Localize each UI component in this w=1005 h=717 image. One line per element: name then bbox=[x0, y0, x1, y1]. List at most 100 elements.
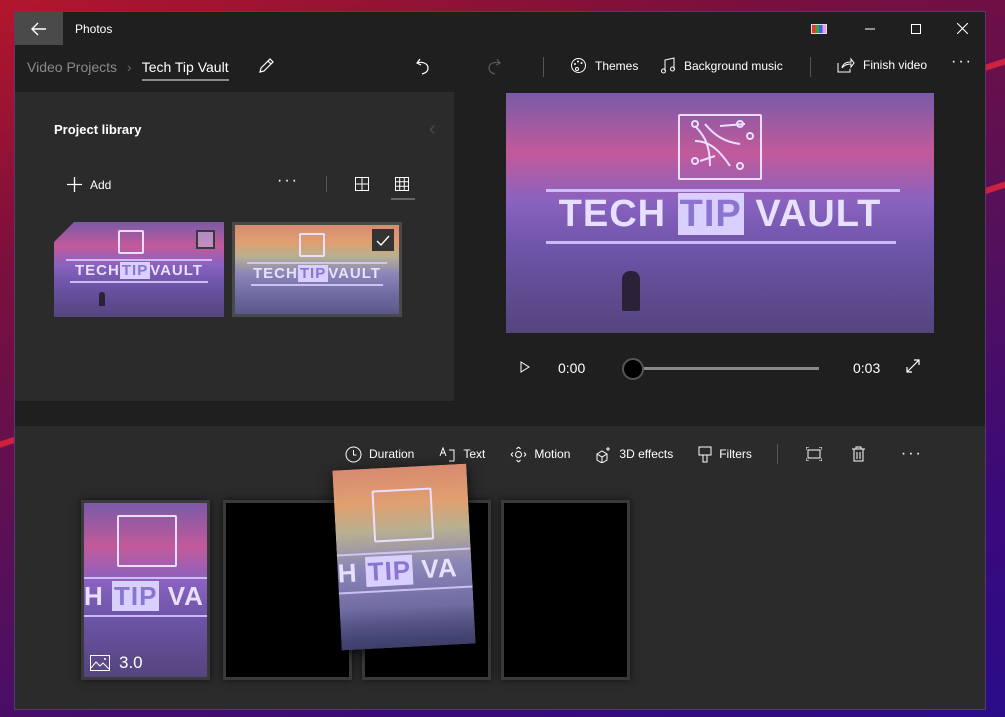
divider bbox=[810, 57, 811, 77]
storyboard-more-button[interactable]: ··· bbox=[901, 445, 923, 463]
project-library-panel: Project library ‹ Add ··· TECHTIPVAULT bbox=[15, 92, 454, 401]
redo-icon bbox=[488, 58, 501, 75]
expand-icon bbox=[906, 359, 920, 373]
storyboard-card[interactable]: H TIP VA 3.0 bbox=[81, 500, 210, 680]
arrow-left-icon bbox=[31, 22, 46, 35]
background-music-label: Background music bbox=[684, 58, 783, 73]
grid-small-icon bbox=[395, 177, 409, 191]
current-time: 0:00 bbox=[558, 360, 586, 376]
paintbrush-icon bbox=[698, 446, 712, 462]
play-button[interactable] bbox=[520, 361, 530, 373]
minimize-button[interactable] bbox=[847, 12, 893, 45]
large-grid-view-button[interactable] bbox=[355, 177, 369, 191]
maximize-button[interactable] bbox=[893, 12, 939, 45]
filters-button[interactable]: Filters bbox=[698, 446, 752, 463]
dog-silhouette bbox=[622, 271, 640, 311]
seek-thumb[interactable] bbox=[622, 358, 644, 380]
circuit-logo-icon bbox=[118, 230, 144, 254]
library-item-selected[interactable]: TECH TIP VAULT bbox=[232, 222, 402, 317]
chevron-right-icon: › bbox=[127, 59, 132, 75]
duration-badge: 3.0 bbox=[90, 653, 143, 673]
logo-line bbox=[66, 259, 212, 261]
photos-window: Photos Video Projects › Tech Tip Vault T… bbox=[14, 11, 986, 710]
back-button[interactable] bbox=[15, 12, 63, 45]
dragging-card-logo: H TIP VA bbox=[336, 552, 459, 589]
duration-label: Duration bbox=[369, 447, 415, 461]
duration-value: 3.0 bbox=[119, 653, 143, 672]
tree-silhouettes bbox=[339, 603, 476, 651]
project-title[interactable]: Tech Tip Vault bbox=[141, 59, 229, 81]
project-library-title: Project library bbox=[54, 122, 142, 137]
finish-video-button[interactable]: Finish video bbox=[837, 57, 927, 73]
storyboard-card-empty[interactable] bbox=[223, 500, 352, 680]
palette-icon bbox=[571, 58, 586, 73]
storyboard-panel: Duration Text Motion 3D effects Filters bbox=[15, 426, 985, 709]
background-music-button[interactable]: Background music bbox=[661, 57, 783, 74]
text-box-icon bbox=[439, 446, 455, 461]
selected-checkbox[interactable] bbox=[372, 229, 394, 251]
add-label: Add bbox=[90, 177, 112, 192]
library-item[interactable]: TECH TIP VAULT bbox=[54, 222, 224, 317]
storyboard-card-empty[interactable] bbox=[501, 500, 630, 680]
divider bbox=[776, 444, 778, 464]
storyboard-card-logo: H TIP VA bbox=[84, 581, 204, 611]
resize-frame-icon bbox=[805, 447, 822, 461]
maximize-icon bbox=[911, 23, 921, 34]
video-preview[interactable]: TECH TIP VAULT bbox=[506, 93, 934, 333]
library-more-button[interactable]: ··· bbox=[277, 172, 299, 190]
themes-button[interactable]: Themes bbox=[570, 57, 638, 74]
circuit-logo-icon bbox=[678, 114, 762, 180]
circuit-logo-icon bbox=[117, 515, 177, 567]
preview-logo-text: TECH TIP VAULT bbox=[558, 193, 882, 235]
select-checkbox[interactable] bbox=[196, 230, 215, 249]
breadcrumb-video-projects[interactable]: Video Projects bbox=[27, 59, 117, 75]
logo-line-top bbox=[546, 189, 900, 192]
themes-label: Themes bbox=[595, 58, 639, 73]
redo-button[interactable] bbox=[485, 57, 501, 75]
undo-icon bbox=[416, 58, 429, 75]
3d-cube-sparkle-icon bbox=[596, 446, 611, 463]
more-options-button[interactable]: ··· bbox=[951, 53, 973, 71]
dog-silhouette bbox=[99, 292, 105, 306]
text-button[interactable]: Text bbox=[439, 446, 485, 462]
motion-button[interactable]: Motion bbox=[510, 446, 570, 463]
resize-button[interactable] bbox=[805, 447, 822, 461]
library-item-logo: TECH TIP VAULT bbox=[253, 265, 381, 282]
logo-line bbox=[84, 577, 207, 579]
active-view-indicator bbox=[391, 198, 415, 200]
3d-effects-button[interactable]: 3D effects bbox=[595, 446, 673, 463]
logo-line bbox=[251, 284, 383, 286]
logo-line-bottom bbox=[546, 241, 896, 244]
tile-corner bbox=[54, 222, 74, 242]
collapse-library-button[interactable]: ‹ bbox=[429, 118, 436, 141]
divider bbox=[326, 176, 327, 192]
seek-bar[interactable] bbox=[631, 367, 819, 370]
grid-large-icon bbox=[355, 177, 369, 191]
duration-button[interactable]: Duration bbox=[345, 446, 414, 463]
library-item-logo: TECH TIP VAULT bbox=[75, 262, 203, 279]
close-button[interactable] bbox=[939, 12, 985, 45]
dragging-card[interactable]: H TIP VA bbox=[332, 463, 476, 651]
delete-button[interactable] bbox=[851, 446, 865, 462]
total-time: 0:03 bbox=[853, 360, 881, 376]
finish-video-label: Finish video bbox=[863, 58, 928, 72]
fullscreen-button[interactable] bbox=[906, 359, 920, 373]
circuit-logo-icon bbox=[299, 233, 325, 257]
command-bar: Video Projects › Tech Tip Vault Themes B… bbox=[15, 45, 985, 89]
game-bar-icon[interactable] bbox=[811, 23, 827, 34]
pencil-icon bbox=[259, 58, 274, 73]
checkmark-icon bbox=[376, 235, 390, 246]
trash-icon bbox=[851, 446, 865, 462]
share-icon bbox=[837, 57, 855, 73]
minimize-icon bbox=[865, 28, 875, 29]
logo-line bbox=[84, 615, 207, 617]
add-button[interactable]: Add bbox=[67, 177, 111, 192]
filters-label: Filters bbox=[719, 447, 752, 461]
logo-line bbox=[70, 281, 208, 283]
motion-icon bbox=[511, 446, 527, 462]
small-grid-view-button[interactable] bbox=[395, 177, 409, 191]
preview-image: TECH TIP VAULT bbox=[506, 93, 934, 333]
undo-button[interactable] bbox=[416, 57, 432, 75]
rename-button[interactable] bbox=[257, 57, 275, 75]
circuit-logo-icon bbox=[371, 487, 435, 543]
